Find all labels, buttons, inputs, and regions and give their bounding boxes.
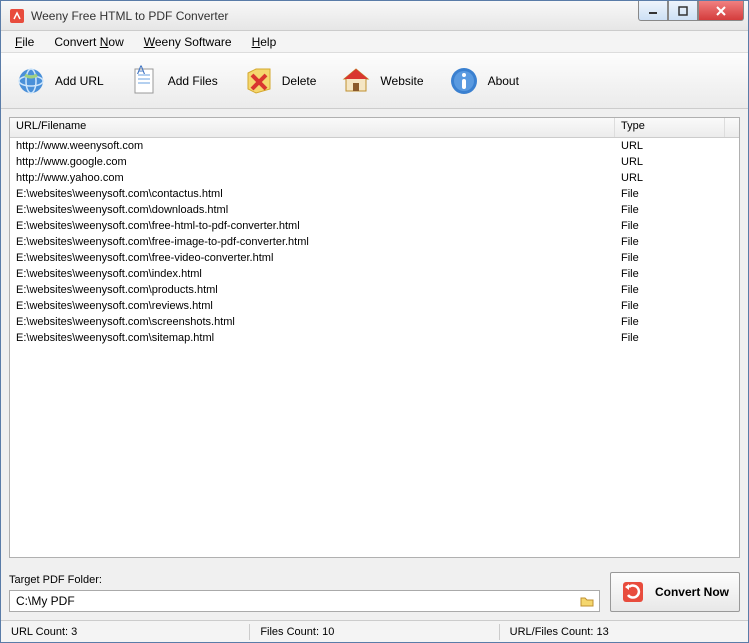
status-files-count: Files Count: 10 <box>250 624 499 640</box>
list-cell-url: http://www.google.com <box>10 156 615 168</box>
app-icon <box>9 8 25 24</box>
column-header-url[interactable]: URL/Filename <box>10 118 615 137</box>
list-cell-type: File <box>615 204 739 216</box>
folder-icon <box>579 593 595 609</box>
list-cell-url: E:\websites\weenysoft.com\index.html <box>10 268 615 280</box>
menu-convert-now[interactable]: Convert Now <box>46 33 131 51</box>
titlebar[interactable]: Weeny Free HTML to PDF Converter <box>1 1 748 31</box>
list-item[interactable]: E:\websites\weenysoft.com\sitemap.htmlFi… <box>10 330 739 346</box>
file-icon: A <box>128 65 160 97</box>
website-button[interactable]: Website <box>334 61 441 101</box>
content-area: URL/Filename Type http://www.weenysoft.c… <box>1 109 748 566</box>
listview-body[interactable]: http://www.weenysoft.comURLhttp://www.go… <box>10 138 739 557</box>
list-item[interactable]: E:\websites\weenysoft.com\free-html-to-p… <box>10 218 739 234</box>
browse-folder-button[interactable] <box>579 593 595 609</box>
list-cell-type: File <box>615 220 739 232</box>
target-folder-input-wrap <box>9 590 600 612</box>
list-cell-url: E:\websites\weenysoft.com\downloads.html <box>10 204 615 216</box>
svg-text:A: A <box>137 65 145 77</box>
list-cell-type: URL <box>615 156 739 168</box>
info-icon <box>448 65 480 97</box>
maximize-button[interactable] <box>668 1 698 21</box>
home-icon <box>340 65 372 97</box>
menu-help[interactable]: Help <box>244 33 285 51</box>
about-label: About <box>488 74 519 88</box>
close-button[interactable] <box>698 1 744 21</box>
target-folder-label: Target PDF Folder: <box>9 574 600 586</box>
list-cell-type: File <box>615 252 739 264</box>
delete-label: Delete <box>282 74 317 88</box>
list-cell-url: E:\websites\weenysoft.com\free-video-con… <box>10 252 615 264</box>
window-controls <box>638 1 748 30</box>
list-cell-url: E:\websites\weenysoft.com\products.html <box>10 284 615 296</box>
convert-icon <box>621 580 645 604</box>
target-folder-block: Target PDF Folder: <box>9 574 600 612</box>
list-item[interactable]: http://www.weenysoft.comURL <box>10 138 739 154</box>
column-header-type[interactable]: Type <box>615 118 725 137</box>
list-cell-url: E:\websites\weenysoft.com\reviews.html <box>10 300 615 312</box>
list-item[interactable]: E:\websites\weenysoft.com\products.htmlF… <box>10 282 739 298</box>
add-files-label: Add Files <box>168 74 218 88</box>
list-item[interactable]: http://www.yahoo.comURL <box>10 170 739 186</box>
convert-now-button[interactable]: Convert Now <box>610 572 740 612</box>
listview-header: URL/Filename Type <box>10 118 739 138</box>
list-cell-type: File <box>615 284 739 296</box>
window-title: Weeny Free HTML to PDF Converter <box>31 9 638 23</box>
list-item[interactable]: E:\websites\weenysoft.com\free-image-to-… <box>10 234 739 250</box>
website-label: Website <box>380 74 423 88</box>
list-item[interactable]: E:\websites\weenysoft.com\contactus.html… <box>10 186 739 202</box>
list-cell-type: URL <box>615 140 739 152</box>
status-total-count: URL/Files Count: 13 <box>500 624 748 640</box>
list-cell-type: URL <box>615 172 739 184</box>
menubar: File Convert Now Weeny Software Help <box>1 31 748 53</box>
list-item[interactable]: E:\websites\weenysoft.com\reviews.htmlFi… <box>10 298 739 314</box>
list-cell-type: File <box>615 300 739 312</box>
list-cell-url: E:\websites\weenysoft.com\contactus.html <box>10 188 615 200</box>
list-item[interactable]: E:\websites\weenysoft.com\index.htmlFile <box>10 266 739 282</box>
list-cell-url: E:\websites\weenysoft.com\screenshots.ht… <box>10 316 615 328</box>
list-item[interactable]: E:\websites\weenysoft.com\free-video-con… <box>10 250 739 266</box>
list-item[interactable]: E:\websites\weenysoft.com\downloads.html… <box>10 202 739 218</box>
list-cell-type: File <box>615 236 739 248</box>
column-header-pad <box>725 118 739 137</box>
list-cell-type: File <box>615 188 739 200</box>
convert-now-label: Convert Now <box>655 585 729 599</box>
list-item[interactable]: http://www.google.comURL <box>10 154 739 170</box>
globe-icon <box>15 65 47 97</box>
list-cell-type: File <box>615 332 739 344</box>
list-cell-url: E:\websites\weenysoft.com\free-html-to-p… <box>10 220 615 232</box>
list-cell-url: E:\websites\weenysoft.com\free-image-to-… <box>10 236 615 248</box>
list-cell-type: File <box>615 268 739 280</box>
list-cell-url: E:\websites\weenysoft.com\sitemap.html <box>10 332 615 344</box>
menu-file[interactable]: File <box>7 33 42 51</box>
app-window: Weeny Free HTML to PDF Converter File Co… <box>0 0 749 643</box>
delete-button[interactable]: Delete <box>236 61 335 101</box>
add-url-label: Add URL <box>55 74 104 88</box>
about-button[interactable]: About <box>442 61 537 101</box>
statusbar: URL Count: 3 Files Count: 10 URL/Files C… <box>1 620 748 642</box>
target-folder-input[interactable] <box>16 594 579 608</box>
bottom-panel: Target PDF Folder: Convert Now <box>1 566 748 620</box>
list-cell-type: File <box>615 316 739 328</box>
list-item[interactable]: E:\websites\weenysoft.com\screenshots.ht… <box>10 314 739 330</box>
menu-weeny-software[interactable]: Weeny Software <box>136 33 240 51</box>
list-cell-url: http://www.yahoo.com <box>10 172 615 184</box>
list-cell-url: http://www.weenysoft.com <box>10 140 615 152</box>
add-files-button[interactable]: A Add Files <box>122 61 236 101</box>
add-url-button[interactable]: Add URL <box>9 61 122 101</box>
status-url-count: URL Count: 3 <box>1 624 250 640</box>
toolbar: Add URL A Add Files Delete Website About <box>1 53 748 109</box>
file-listview[interactable]: URL/Filename Type http://www.weenysoft.c… <box>9 117 740 558</box>
minimize-button[interactable] <box>638 1 668 21</box>
delete-icon <box>242 65 274 97</box>
